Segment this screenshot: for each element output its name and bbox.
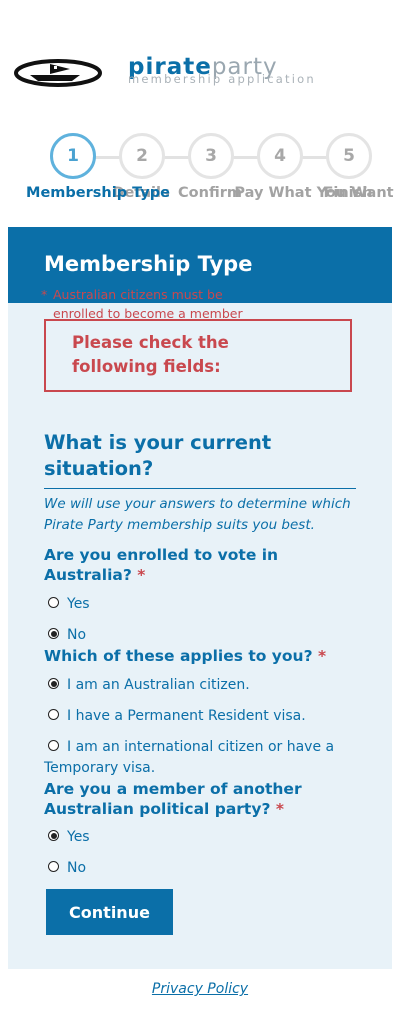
radio-button-checked[interactable]: [48, 628, 59, 639]
option-enrolled-yes[interactable]: Yes: [44, 594, 364, 615]
step-3-circle: 3: [188, 133, 234, 179]
step-connector: [161, 156, 189, 159]
privacy-policy-link[interactable]: Privacy Policy: [0, 981, 400, 997]
step-5-circle: 5: [326, 133, 372, 179]
step-4-circle: 4: [257, 133, 303, 179]
logo-subtitle: membership application: [128, 72, 316, 86]
pirate-party-logo: pirateparty membership application: [14, 54, 388, 88]
option-other-party-no[interactable]: No: [44, 858, 364, 879]
intro-text: We will use your answers to determine wh…: [44, 496, 351, 533]
section-title: What is your current situation?: [44, 431, 272, 480]
radio-button[interactable]: [48, 861, 59, 872]
step-1-circle: 1: [50, 133, 96, 179]
card-title: Membership Type: [44, 252, 253, 276]
option-enrolled-no[interactable]: No: [44, 625, 364, 646]
step-3-label: Confirm: [178, 185, 242, 201]
option-other-party-yes[interactable]: Yes: [44, 827, 364, 848]
question-other-party-label: Are you a member of another Australian p…: [44, 780, 302, 818]
question-status-label: Which of these applies to you? *: [44, 647, 327, 665]
step-5-label: Finish: [323, 185, 373, 201]
radio-button-checked[interactable]: [48, 830, 59, 841]
continue-button[interactable]: Continue: [46, 889, 173, 935]
radio-button-checked[interactable]: [48, 678, 59, 689]
radio-button[interactable]: [48, 597, 59, 608]
radio-button[interactable]: [48, 740, 59, 751]
step-connector: [92, 156, 120, 159]
membership-form-card: Membership Type Please check the followi…: [8, 227, 392, 969]
option-international-citizen[interactable]: I am an international citizen or have a …: [44, 737, 364, 779]
radio-button[interactable]: [48, 709, 59, 720]
option-australian-citizen[interactable]: I am an Australian citizen.: [44, 675, 364, 696]
section-divider: [44, 488, 356, 489]
option-permanent-resident[interactable]: I have a Permanent Resident visa.: [44, 706, 364, 727]
error-item: * Australian citizens must be enrolled to…: [41, 287, 243, 321]
step-2-circle: 2: [119, 133, 165, 179]
question-enrolled-label: Are you enrolled to vote in Australia? *: [44, 546, 279, 584]
step-connector: [230, 156, 258, 159]
pirate-ship-icon: [14, 59, 102, 87]
step-connector: [299, 156, 327, 159]
error-title: Please check the following fields:: [72, 333, 229, 376]
step-1-label: Membership Type: [26, 185, 170, 201]
progress-stepper: 1 2 3 4 5 Details Confirm Pay What You W…: [0, 133, 400, 208]
error-message-box: Please check the following fields:: [44, 319, 352, 392]
